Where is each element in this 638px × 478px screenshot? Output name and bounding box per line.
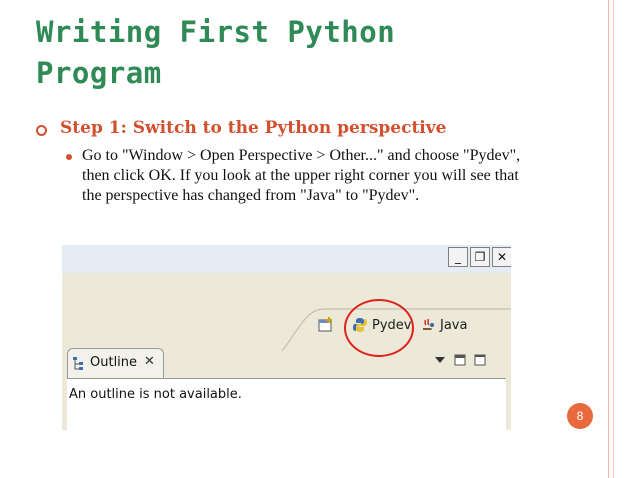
outline-view-body: An outline is not available. — [67, 378, 506, 430]
tab-outline[interactable]: Outline ✕ — [67, 348, 164, 379]
outline-view-controls — [434, 354, 486, 366]
outline-message: An outline is not available. — [69, 387, 242, 402]
close-button[interactable]: ✕ — [492, 247, 511, 267]
highlight-circle — [344, 299, 414, 357]
page-number-badge: 8 — [567, 403, 593, 429]
dot-bullet-icon — [66, 154, 72, 160]
perspective-java-label: Java — [440, 317, 468, 333]
outline-icon — [73, 357, 83, 370]
tab-outline-label: Outline — [90, 355, 138, 370]
window-controls: _ ❐ ✕ — [448, 247, 511, 269]
slide-title: Writing First Python Program — [36, 15, 396, 90]
slide-border-rule-inner — [613, 0, 614, 478]
ring-bullet-icon — [36, 125, 47, 136]
open-perspective-icon — [318, 317, 332, 332]
window-titlebar: _ ❐ ✕ — [62, 245, 511, 273]
bullet-level-2-text: Go to "Window > Open Perspective > Other… — [82, 147, 521, 204]
slide-border-rule — [608, 0, 609, 478]
eclipse-screenshot: _ ❐ ✕ Pydev Java Outline ✕ An outline is… — [62, 245, 511, 430]
view-menu-icon[interactable] — [434, 354, 446, 366]
java-icon — [423, 318, 434, 330]
perspective-bar-curve — [62, 273, 511, 352]
restore-button[interactable]: ❐ — [470, 247, 490, 267]
slide: Writing First Python Program Step 1: Swi… — [0, 0, 638, 478]
perspective-java[interactable]: Java — [420, 317, 467, 333]
minimize-view-icon[interactable] — [454, 354, 466, 366]
close-icon[interactable]: ✕ — [144, 354, 155, 369]
maximize-view-icon[interactable] — [474, 354, 486, 366]
open-perspective-button[interactable] — [318, 317, 334, 333]
bullet-level-1-text: Step 1: Switch to the Python perspective — [60, 118, 447, 138]
minimize-button[interactable]: _ — [448, 247, 468, 267]
